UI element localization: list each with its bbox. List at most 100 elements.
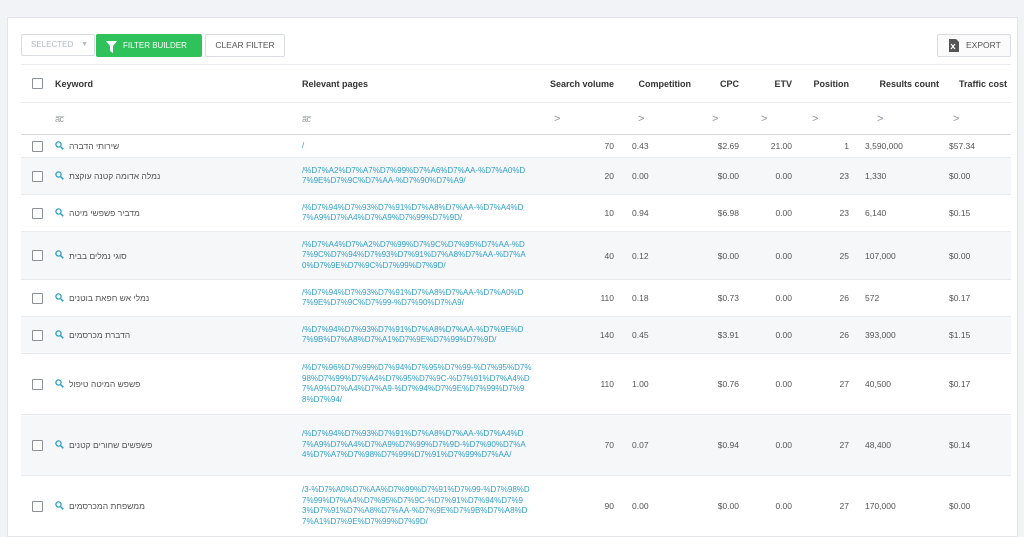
search-volume-filter[interactable]: > (554, 103, 560, 134)
table-row[interactable]: הדברת מכרסמים /%D7%94%D7%93%D7%91%D7%A8%… (21, 317, 1011, 354)
etv-value: 0.00 (775, 330, 792, 340)
pages-filter[interactable]: a͞c (302, 103, 537, 134)
competition-filter[interactable]: > (638, 103, 644, 134)
selected-label: SELECTED (31, 40, 74, 49)
table-row[interactable]: נמלי אש חפאת בוטנים /%D7%94%D7%93%D7%91%… (21, 280, 1011, 317)
search-icon[interactable] (55, 170, 64, 182)
header-position[interactable]: Position (798, 65, 850, 102)
position-value: 27 (839, 379, 849, 389)
export-button[interactable]: EXPORT (937, 34, 1011, 57)
header-competition[interactable]: Competition (621, 65, 692, 102)
etv-value: 0.00 (775, 250, 792, 261)
row-checkbox-cell (32, 195, 43, 231)
search-icon[interactable] (55, 329, 64, 341)
position-filter[interactable]: > (812, 103, 818, 134)
relevant-page-link[interactable]: /%D7%94%D7%93%D7%91%D7%A8%D7%AA-%D7%A0%D… (302, 288, 532, 309)
results-count-value: 3,590,000 (865, 141, 903, 151)
relevant-page-link[interactable]: /%D7%A2%D7%A7%D7%99%D7%A6%D7%AA-%D7%A0%D… (302, 166, 532, 187)
keyword-text: מדביר פשפשי מיטה (69, 208, 140, 218)
row-checkbox-cell (32, 232, 43, 279)
table-row[interactable]: מדביר פשפשי מיטה /%D7%94%D7%93%D7%91%D7%… (21, 195, 1011, 232)
clear-filter-button[interactable]: CLEAR FILTER (205, 34, 285, 57)
search-icon[interactable] (55, 140, 64, 152)
row-checkbox[interactable] (32, 250, 43, 261)
row-checkbox[interactable] (32, 329, 43, 341)
search-volume-value: 70 (604, 141, 614, 151)
cpc-value: $0.00 (717, 501, 739, 511)
search-icon[interactable] (55, 207, 64, 219)
relevant-page-link[interactable]: / (302, 141, 532, 152)
results-count-value: 170,000 (865, 501, 896, 511)
keyword-text: נמלה אדומה קטנה עוקצת (69, 171, 161, 181)
search-volume-value: 140 (599, 330, 614, 340)
keyword-cell: סוגי נמלים בבית (55, 232, 295, 279)
header-search-volume[interactable]: Search volume (541, 65, 614, 102)
search-icon[interactable] (55, 439, 64, 451)
search-icon[interactable] (55, 292, 64, 304)
header-keyword[interactable]: Keyword (55, 65, 295, 102)
position-value: 27 (839, 501, 849, 511)
select-all-checkbox[interactable] (32, 78, 43, 89)
greater-than-icon: > (554, 112, 561, 125)
header-traffic-cost[interactable]: Traffic cost (943, 65, 1007, 102)
table-row[interactable]: סוגי נמלים בבית /%D7%A4%D7%A2%D7%99%D7%9… (21, 232, 1011, 280)
results-count-filter[interactable]: > (877, 103, 883, 134)
cpc-filter[interactable]: > (712, 103, 718, 134)
keyword-cell: פשפשים שחורים קטנים (55, 415, 295, 475)
competition-value: 0.07 (632, 440, 649, 450)
header-results-count[interactable]: Results count (859, 65, 939, 102)
relevant-page-link[interactable]: /%D7%A4%D7%A2%D7%99%D7%9C%D7%95%D7%AA-%D… (302, 240, 532, 272)
search-volume-value: 110 (600, 379, 614, 389)
relevant-page-link[interactable]: /%D7%94%D7%93%D7%91%D7%A8%D7%AA-%D7%9E%D… (302, 325, 532, 346)
position-value: 26 (839, 330, 849, 340)
traffic-cost-value: $0.14 (949, 440, 971, 450)
traffic-cost-filter[interactable]: > (953, 103, 959, 134)
row-checkbox-cell (32, 476, 43, 536)
keyword-cell: ממשפחת המכרסמים (55, 476, 295, 536)
greater-than-icon: > (712, 112, 719, 125)
header-cpc[interactable]: CPC (696, 65, 739, 102)
clear-filter-label: CLEAR FILTER (215, 40, 275, 50)
header-relevant-pages[interactable]: Relevant pages (302, 65, 537, 102)
search-icon[interactable] (55, 378, 64, 390)
keyword-text: ממשפחת המכרסמים (69, 501, 145, 511)
keyword-filter[interactable]: a͞c (55, 103, 295, 134)
filter-builder-button[interactable]: FILTER BUILDER (96, 34, 202, 57)
row-checkbox[interactable] (32, 500, 43, 512)
position-value: 23 (839, 208, 849, 218)
search-icon[interactable] (55, 250, 64, 261)
row-checkbox[interactable] (32, 292, 43, 304)
search-icon[interactable] (55, 500, 64, 512)
table-row[interactable]: נמלה אדומה קטנה עוקצת /%D7%A2%D7%A7%D7%9… (21, 158, 1011, 195)
relevant-page-link[interactable]: /%D7%94%D7%93%D7%91%D7%A8%D7%AA-%D7%A4%D… (302, 429, 532, 461)
row-checkbox[interactable] (32, 170, 43, 182)
table-row[interactable]: פשפשים שחורים קטנים /%D7%94%D7%93%D7%91%… (21, 415, 1011, 476)
row-checkbox[interactable] (32, 439, 43, 451)
cpc-value: $0.76 (717, 379, 739, 389)
row-checkbox-cell (32, 415, 43, 475)
traffic-cost-value: $0.17 (949, 293, 971, 303)
competition-value: 0.94 (632, 208, 649, 218)
relevant-page-link[interactable]: /3-%D7%A0%D7%AA%D7%99%D7%91%D7%99-%D7%98… (302, 485, 532, 527)
table-row[interactable]: ממשפחת המכרסמים /3-%D7%A0%D7%AA%D7%99%D7… (21, 476, 1011, 536)
row-checkbox[interactable] (32, 140, 43, 152)
etv-filter[interactable]: > (761, 103, 767, 134)
greater-than-icon: > (638, 112, 645, 125)
relevant-page-link[interactable]: /%D7%96%D7%99%D7%94%D7%95%D7%99-%D7%95%D… (302, 363, 532, 405)
keyword-text: הדברת מכרסמים (69, 330, 131, 340)
header-etv[interactable]: ETV (745, 65, 792, 102)
funnel-icon (106, 39, 117, 62)
selected-dropdown[interactable]: SELECTED ▼ (21, 34, 95, 56)
table-row[interactable]: פשפש המיטה טיפול /%D7%96%D7%99%D7%94%D7%… (21, 354, 1011, 415)
relevant-page-link[interactable]: /%D7%94%D7%93%D7%91%D7%A8%D7%AA-%D7%A4%D… (302, 203, 532, 224)
results-count-value: 572 (865, 293, 880, 303)
keyword-text: שירותי הדברה (69, 141, 120, 151)
etv-value: 0.00 (775, 293, 792, 303)
competition-value: 0.45 (632, 330, 649, 340)
keyword-text: פשפש המיטה טיפול (69, 379, 141, 389)
row-checkbox[interactable] (32, 378, 43, 390)
table-row[interactable]: שירותי הדברה / 70 0.43 $2.69 21.00 1 3,5… (21, 135, 1011, 158)
row-checkbox[interactable] (32, 207, 43, 219)
excel-file-icon (949, 39, 959, 60)
filter-builder-label: FILTER BUILDER (123, 41, 187, 50)
